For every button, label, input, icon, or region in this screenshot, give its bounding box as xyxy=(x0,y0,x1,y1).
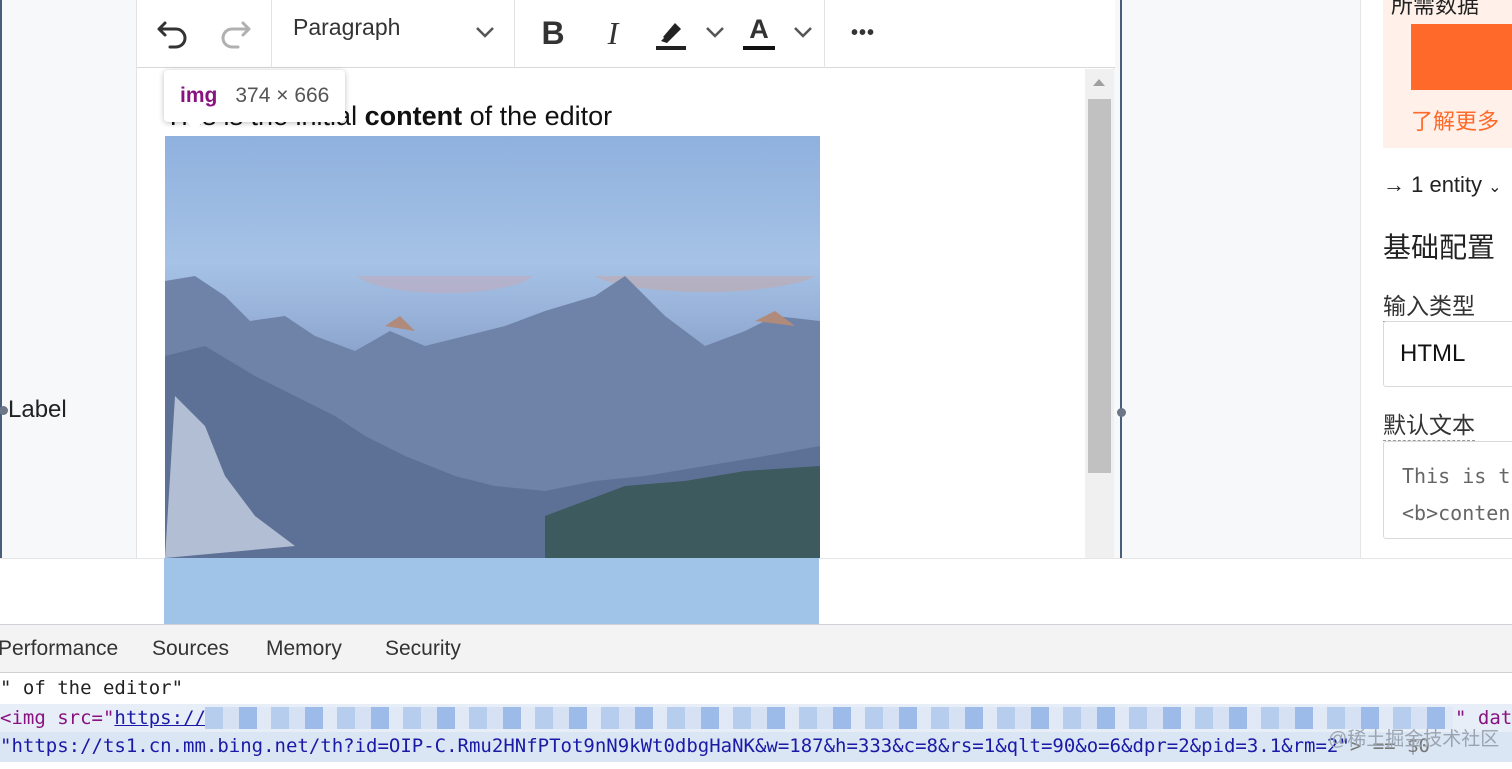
promo-card: 所需数据 了解更多 xyxy=(1383,0,1512,148)
tab-security[interactable]: Security xyxy=(385,637,461,661)
font-color-letter: A xyxy=(749,14,769,44)
redo-icon xyxy=(221,21,251,49)
component-frame-left-edge xyxy=(0,0,2,558)
highlighter-icon xyxy=(656,23,686,50)
font-color-button[interactable]: A xyxy=(737,10,781,56)
dom-src-link[interactable]: https:// xyxy=(114,707,206,729)
editor-scrollbar[interactable] xyxy=(1085,69,1114,558)
tab-memory[interactable]: Memory xyxy=(266,637,342,661)
mountain-landscape-picture xyxy=(165,276,820,558)
promo-button[interactable] xyxy=(1411,24,1512,90)
tab-sources[interactable]: Sources xyxy=(152,637,229,661)
scroll-thumb[interactable] xyxy=(1088,99,1111,473)
mountain-image[interactable] xyxy=(165,136,820,558)
dom-text: " of the editor" xyxy=(0,677,184,699)
basic-config-title: 基础配置 xyxy=(1383,232,1496,263)
resize-handle-right[interactable] xyxy=(1117,408,1126,417)
chevron-down-icon[interactable] xyxy=(703,20,727,44)
promo-heading: 所需数据 xyxy=(1391,0,1480,18)
screen: Label Paragraph B I A ••• content of the… xyxy=(0,0,1512,769)
chevron-down-icon: ⌄ xyxy=(1488,179,1502,196)
input-type-select[interactable]: HTML xyxy=(1383,321,1512,387)
tooltip-arrow xyxy=(186,121,204,130)
textarea-line: <b>conten xyxy=(1402,501,1511,525)
tab-performance[interactable]: Performance xyxy=(0,637,118,661)
block-format-select[interactable]: Paragraph xyxy=(293,14,400,41)
watermark: @稀土掘金技术社区 xyxy=(1328,729,1500,750)
dom-tag: <img src=" xyxy=(0,707,115,729)
entity-selector[interactable]: → 1 entity ⌄ xyxy=(1383,172,1502,198)
dom-text-node[interactable]: " of the editor" xyxy=(0,677,183,699)
editor-toolbar: Paragraph B I A ••• xyxy=(137,0,1115,68)
scroll-up-arrow-icon[interactable] xyxy=(1093,79,1105,86)
entity-text: → 1 entity xyxy=(1383,172,1483,197)
chevron-down-icon[interactable] xyxy=(791,20,815,44)
property-panel: 所需数据 了解更多 → 1 entity ⌄ 基础配置 输入类型 HTML 默认… xyxy=(1360,0,1512,558)
italic-button[interactable]: I xyxy=(593,10,633,56)
undo-icon xyxy=(157,21,187,49)
default-text-textarea[interactable]: This is t <b>conten xyxy=(1383,441,1512,539)
tooltip-dimensions: 374 × 666 xyxy=(235,84,330,107)
paragraph-bold-text: content xyxy=(364,101,463,131)
form-item-label: Label xyxy=(8,396,67,423)
element-highlight-overlay xyxy=(164,558,819,625)
textarea-line: This is t xyxy=(1402,464,1511,488)
learn-more-link[interactable]: 了解更多 xyxy=(1411,104,1499,136)
input-type-label: 输入类型 xyxy=(1383,287,1475,322)
chevron-down-icon[interactable] xyxy=(473,20,497,44)
devtools-panel: Performance Sources Memory Security " of… xyxy=(0,625,1512,769)
inspect-element-tooltip: img 374 × 666 xyxy=(164,70,346,122)
highlight-button[interactable] xyxy=(649,10,693,56)
paragraph-text: of the editor xyxy=(462,101,613,131)
component-frame-right-edge xyxy=(1120,0,1122,558)
editor-content[interactable]: This is the initial content of the edito… xyxy=(137,69,1085,558)
more-options-button[interactable]: ••• xyxy=(841,10,885,56)
dom-src-value[interactable]: "https://ts1.cn.mm.bing.net/th?id=OIP-C.… xyxy=(0,735,1430,757)
tooltip-tag-name: img xyxy=(180,84,218,107)
font-color-swatch xyxy=(743,46,775,50)
undo-button[interactable] xyxy=(151,10,195,56)
devtools-tab-bar: Performance Sources Memory Security xyxy=(0,625,1512,673)
redo-button[interactable] xyxy=(213,10,257,56)
blurred-url xyxy=(205,707,1453,729)
dom-url-text: "https://ts1.cn.mm.bing.net/th?id=OIP-C.… xyxy=(0,735,1350,757)
default-text-label: 默认文本 xyxy=(1383,406,1475,441)
bold-button[interactable]: B xyxy=(533,10,573,56)
dom-img-node[interactable]: <img src="https:// xyxy=(0,707,206,729)
